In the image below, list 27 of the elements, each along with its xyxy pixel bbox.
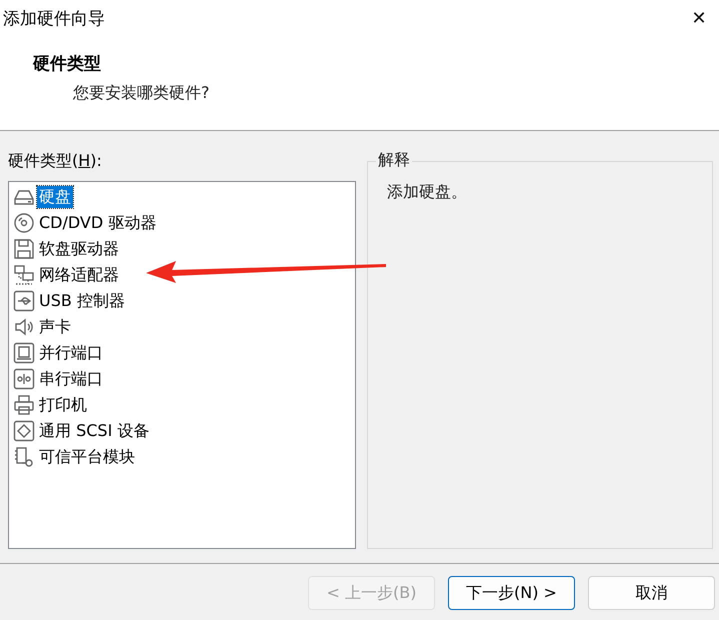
speaker-icon [13,316,35,338]
list-item[interactable]: CD/DVD 驱动器 [37,212,158,234]
disc-icon [13,212,35,234]
network-icon [13,264,35,286]
explanation-text: 添加硬盘。 [387,182,468,203]
chip-key-icon [13,446,35,468]
usb-icon [13,290,35,312]
window-title: 添加硬件向导 [3,8,105,30]
list-item[interactable]: 可信平台模块 [37,446,137,468]
page-title: 硬件类型 [33,53,102,75]
list-item[interactable]: 软盘驱动器 [37,238,121,260]
list-item[interactable]: 硬盘 [37,186,73,208]
monitor-icon [13,342,35,364]
wizard-button[interactable]: 下一步(N) > [448,576,575,610]
list-item[interactable]: 并行端口 [37,342,105,364]
printer-icon [13,394,35,416]
port-icon [13,368,35,390]
list-item[interactable]: 打印机 [37,394,89,416]
list-item[interactable]: 串行端口 [37,368,105,390]
list-item[interactable]: 通用 SCSI 设备 [37,420,152,442]
page-subtitle: 您要安装哪类硬件? [73,83,210,104]
list-item[interactable]: 网络适配器 [37,264,121,286]
close-button[interactable]: ✕ [679,0,719,36]
list-item[interactable]: USB 控制器 [37,290,127,312]
list-item[interactable]: 声卡 [37,316,73,338]
list-label: 硬件类型(H): [8,151,103,172]
wizard-button[interactable]: 取消 [588,576,715,610]
